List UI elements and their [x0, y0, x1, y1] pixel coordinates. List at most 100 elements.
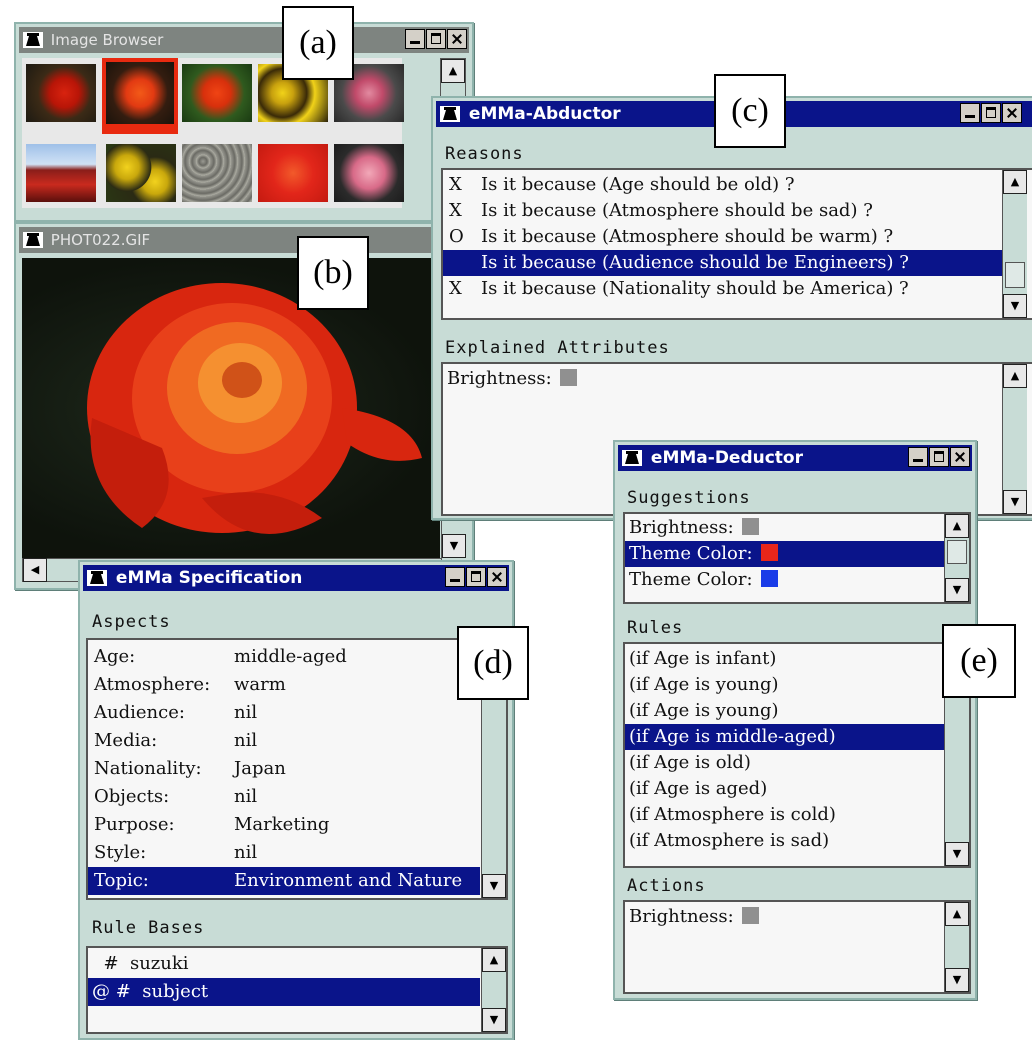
action-row[interactable]: Brightness:	[625, 904, 969, 930]
suggestion-name: Theme Color:	[629, 569, 753, 590]
aspect-row[interactable]: Age: middle-aged	[88, 643, 506, 671]
scroll-up-button[interactable]: ▲	[1003, 364, 1027, 388]
attribute-name: Brightness:	[447, 368, 552, 389]
scroll-down-button[interactable]: ▼	[1003, 490, 1027, 514]
thumbnail-pebbles[interactable]	[182, 144, 252, 202]
thumbnail-camellia[interactable]	[334, 144, 404, 202]
actions-scrollbar[interactable]: ▲ ▼	[944, 902, 969, 992]
reason-row[interactable]: X Is it because (Atmosphere should be sad…	[443, 198, 1032, 224]
aspect-key: Style:	[94, 842, 147, 863]
suggestion-row[interactable]: Theme Color:	[625, 567, 969, 593]
scroll-down-button[interactable]: ▼	[945, 968, 969, 992]
thumbnail-tulip-field[interactable]	[26, 144, 96, 202]
window-title: Image Browser	[50, 31, 164, 49]
rule-bases-label: Rule Bases	[92, 918, 205, 938]
rule-row[interactable]: (if Atmosphere is cold)	[625, 802, 969, 828]
aspect-row[interactable]: Style: nil	[88, 839, 506, 867]
rule-row[interactable]: (if Age is old)	[625, 750, 969, 776]
window-title: eMMa-Deductor	[650, 448, 803, 468]
close-button[interactable]	[487, 567, 507, 587]
explained-scrollbar[interactable]: ▲ ▼	[1002, 364, 1027, 514]
rose-photo	[22, 258, 440, 558]
scroll-left-button[interactable]: ◀	[23, 558, 47, 582]
actions-list: Brightness: ▲ ▼	[623, 900, 971, 994]
scroll-up-button[interactable]: ▲	[482, 948, 506, 972]
aspects-list: Age: middle-aged Atmosphere: warm Audience…	[86, 638, 508, 900]
close-button[interactable]	[447, 29, 467, 49]
thumbnail-flower-1[interactable]	[26, 64, 96, 122]
close-button[interactable]	[950, 447, 970, 467]
minimize-button[interactable]	[960, 103, 980, 123]
explained-row[interactable]: Brightness:	[443, 366, 1032, 392]
maximize-button[interactable]	[426, 29, 446, 49]
rule-base-row[interactable]: # suzuki	[88, 950, 506, 978]
actions-label: Actions	[627, 876, 706, 896]
aspect-row[interactable]: Atmosphere: warm	[88, 671, 506, 699]
aspect-key: Age:	[94, 646, 136, 667]
reason-row-selected[interactable]: Is it because (Audience should be Engine…	[443, 250, 1003, 276]
aspect-row[interactable]: Nationality: Japan	[88, 755, 506, 783]
scroll-down-button[interactable]: ▼	[1003, 294, 1027, 318]
maximize-button[interactable]	[981, 103, 1001, 123]
suggestions-scrollbar[interactable]: ▲ ▼	[944, 514, 969, 602]
photo-titlebar[interactable]: PHOT022.GIF	[19, 227, 469, 253]
aspect-row[interactable]: Purpose: Marketing	[88, 811, 506, 839]
scroll-thumb[interactable]	[1005, 262, 1025, 288]
image-browser-titlebar[interactable]: Image Browser	[19, 27, 469, 53]
thumbnail-rose[interactable]	[258, 144, 328, 202]
reason-row[interactable]: X Is it because (Age should be old) ?	[443, 172, 1032, 198]
thumbnail-grid	[22, 58, 404, 208]
scroll-up-button[interactable]: ▲	[1003, 170, 1027, 194]
panel-label-d: (d)	[457, 626, 529, 700]
rule-base-row-selected[interactable]: @ # subject	[88, 978, 480, 1006]
thumbnail-flower-3[interactable]	[182, 64, 252, 122]
thumbnail-pansies[interactable]	[106, 144, 176, 202]
scroll-down-button[interactable]: ▼	[482, 1008, 506, 1032]
maximize-button[interactable]	[466, 567, 486, 587]
window-title: PHOT022.GIF	[50, 231, 151, 249]
suggestions-list: Brightness: Theme Color: Theme Color: ▲ …	[623, 512, 971, 604]
window-title: eMMa Specification	[115, 568, 303, 588]
aspect-row[interactable]: Audience: nil	[88, 699, 506, 727]
rule-row[interactable]: (if Age is young)	[625, 672, 969, 698]
panel-label-b: (b)	[297, 236, 369, 310]
red-swatch	[760, 544, 778, 561]
scroll-down-button[interactable]: ▼	[482, 874, 506, 898]
reason-row[interactable]: X Is it because (Nationality should be Am…	[443, 276, 1032, 302]
minimize-button[interactable]	[405, 29, 425, 49]
thumbnail-flower-2[interactable]	[102, 58, 178, 134]
reason-row[interactable]: O Is it because (Atmosphere should be war…	[443, 224, 1032, 250]
rose-image	[87, 283, 422, 534]
rule-row-selected[interactable]: (if Age is middle-aged)	[625, 724, 945, 750]
blue-swatch	[760, 570, 778, 587]
scroll-thumb[interactable]	[947, 540, 967, 564]
explained-attributes-label: Explained Attributes	[445, 338, 670, 358]
suggestion-row[interactable]: Brightness:	[625, 515, 969, 541]
minimize-button[interactable]	[445, 567, 465, 587]
rule-row[interactable]: (if Age is young)	[625, 698, 969, 724]
aspect-row[interactable]: Media: nil	[88, 727, 506, 755]
maximize-button[interactable]	[929, 447, 949, 467]
aspect-row[interactable]: Objects: nil	[88, 783, 506, 811]
scroll-up-button[interactable]: ▲	[945, 514, 969, 538]
close-button[interactable]	[1002, 103, 1022, 123]
deductor-window: eMMa-Deductor Suggestions Brightness: Th…	[613, 440, 977, 1000]
specification-titlebar[interactable]: eMMa Specification	[83, 565, 509, 591]
aspect-row-selected[interactable]: Topic: Environment and Nature	[88, 867, 480, 895]
reasons-scrollbar[interactable]: ▲ ▼	[1002, 170, 1027, 318]
scroll-down-button[interactable]: ▼	[945, 842, 969, 866]
deductor-titlebar[interactable]: eMMa-Deductor	[618, 445, 972, 471]
rule-bases-scrollbar[interactable]: ▲ ▼	[481, 948, 506, 1032]
suggestion-row-selected[interactable]: Theme Color:	[625, 541, 945, 567]
scroll-down-button[interactable]: ▼	[442, 534, 466, 558]
scroll-down-button[interactable]: ▼	[945, 578, 969, 602]
suggestion-name: Brightness:	[629, 517, 734, 538]
scroll-up-button[interactable]: ▲	[945, 902, 969, 926]
rule-row[interactable]: (if Age is aged)	[625, 776, 969, 802]
minimize-button[interactable]	[908, 447, 928, 467]
rule-row[interactable]: (if Age is infant)	[625, 646, 969, 672]
aspect-key: Atmosphere:	[94, 674, 211, 695]
gray-swatch	[741, 518, 759, 535]
rule-row[interactable]: (if Atmosphere is sad)	[625, 828, 969, 854]
scroll-up-button[interactable]: ▲	[441, 59, 465, 83]
